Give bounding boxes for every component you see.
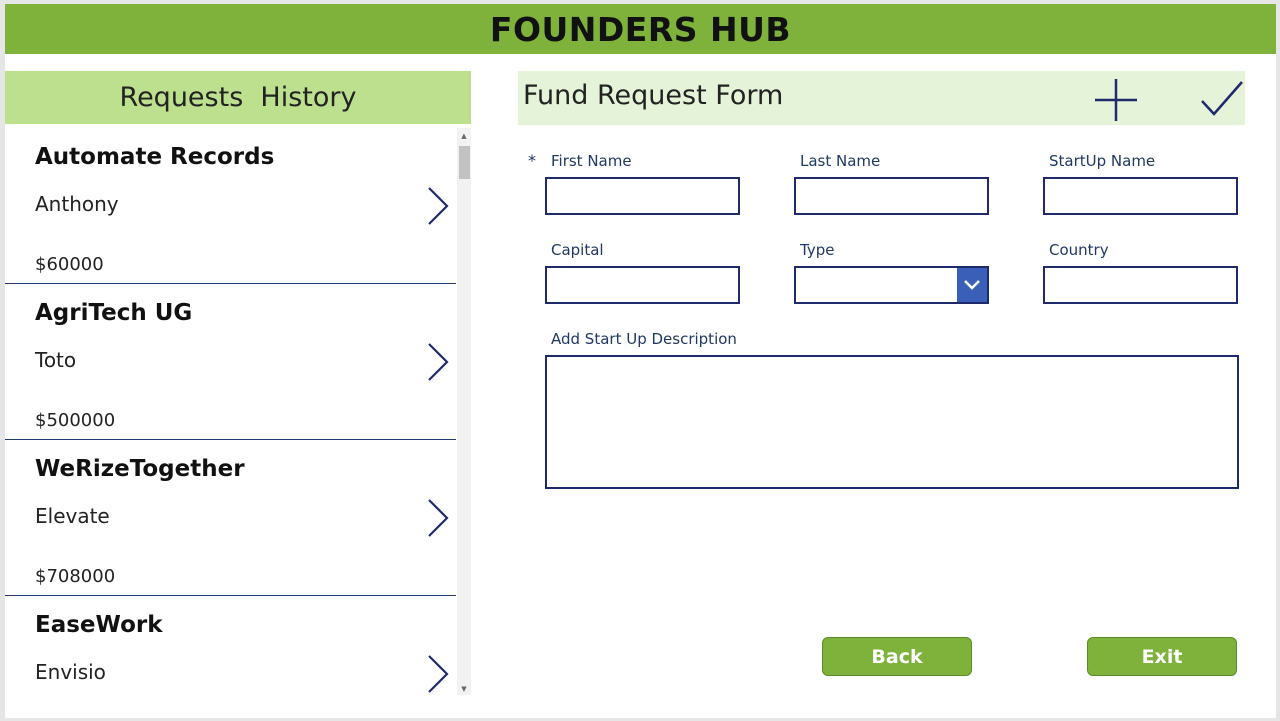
- gallery-item[interactable]: EaseWork Envisio: [5, 596, 456, 695]
- gallery-item[interactable]: WeRizeTogether Elevate $708000: [5, 440, 456, 596]
- checkmark-icon[interactable]: [1199, 79, 1245, 119]
- gallery-item[interactable]: Automate Records Anthony $60000: [5, 128, 456, 284]
- first-name-label: First Name: [551, 152, 632, 170]
- form-title: Fund Request Form: [523, 80, 784, 111]
- type-label: Type: [800, 241, 835, 259]
- chevron-right-icon[interactable]: [425, 342, 451, 382]
- last-name-label: Last Name: [800, 152, 881, 170]
- scroll-down-arrow-icon[interactable]: ▼: [457, 683, 471, 695]
- chevron-right-icon[interactable]: [425, 654, 451, 694]
- gallery-scrollbar[interactable]: ▲ ▼: [457, 128, 471, 695]
- scroll-up-arrow-icon[interactable]: ▲: [457, 130, 471, 142]
- item-founder-name: Elevate: [35, 504, 110, 528]
- app-screen: FOUNDERS HUB Requests History Automate R…: [5, 4, 1276, 718]
- form-title-bar: Fund Request Form: [518, 71, 1245, 125]
- app-header: FOUNDERS HUB: [5, 4, 1276, 54]
- app-title: FOUNDERS HUB: [489, 9, 792, 49]
- country-label: Country: [1049, 241, 1109, 259]
- chevron-right-icon[interactable]: [425, 186, 451, 226]
- item-startup-title: WeRizeTogether: [35, 456, 245, 482]
- item-founder-name: Anthony: [35, 192, 119, 216]
- item-founder-name: Toto: [35, 348, 77, 372]
- last-name-input[interactable]: [794, 177, 989, 215]
- first-name-input[interactable]: [545, 177, 740, 215]
- item-amount: $60000: [35, 254, 104, 275]
- item-startup-title: EaseWork: [35, 612, 163, 638]
- item-startup-title: AgriTech UG: [35, 300, 193, 326]
- country-input[interactable]: [1043, 266, 1238, 304]
- plus-icon[interactable]: [1093, 77, 1139, 123]
- item-amount: $500000: [35, 410, 116, 431]
- item-founder-name: Envisio: [35, 660, 106, 684]
- item-amount: $708000: [35, 566, 116, 587]
- item-startup-title: Automate Records: [35, 144, 275, 170]
- startup-name-input[interactable]: [1043, 177, 1238, 215]
- description-label: Add Start Up Description: [551, 330, 737, 348]
- back-button[interactable]: Back: [822, 637, 972, 676]
- exit-button[interactable]: Exit: [1087, 637, 1237, 676]
- chevron-down-icon[interactable]: [957, 268, 987, 302]
- capital-input[interactable]: [545, 266, 740, 304]
- scroll-thumb[interactable]: [459, 146, 470, 179]
- history-title: Requests History: [5, 71, 471, 124]
- required-marker: *: [528, 151, 536, 170]
- description-textarea[interactable]: [545, 355, 1239, 489]
- requests-gallery[interactable]: Automate Records Anthony $60000 AgriTech…: [5, 128, 471, 695]
- type-dropdown[interactable]: [794, 266, 989, 304]
- startup-name-label: StartUp Name: [1049, 152, 1156, 170]
- chevron-right-icon[interactable]: [425, 498, 451, 538]
- gallery-item[interactable]: AgriTech UG Toto $500000: [5, 284, 456, 440]
- capital-label: Capital: [551, 241, 604, 259]
